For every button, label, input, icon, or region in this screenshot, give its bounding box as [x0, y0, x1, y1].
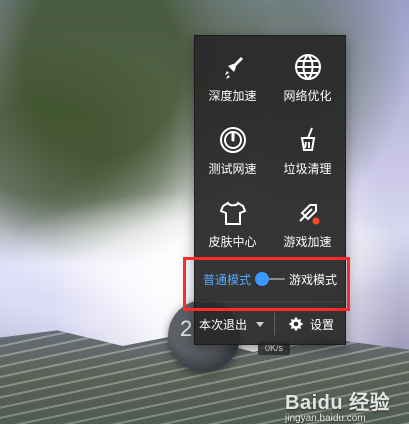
caret-down-icon[interactable] — [253, 317, 267, 331]
menu-item-label: 垃圾清理 — [283, 162, 332, 176]
globe-icon — [294, 54, 321, 80]
broom-icon — [300, 127, 315, 151]
speedometer-icon — [219, 127, 246, 153]
settings-label: 设置 — [309, 317, 334, 332]
baidu-watermark: Baidu 经验 jingyan.baidu.com — [285, 386, 397, 424]
menu-item-skin-center[interactable]: 皮肤中心 — [195, 182, 270, 255]
menu-item-game-acceleration[interactable]: 游戏加速 — [270, 182, 345, 255]
rocket-icon — [224, 57, 243, 79]
settings-button[interactable]: 设置 — [281, 311, 341, 337]
footer-divider — [274, 313, 275, 335]
menu-item-label: 网络优化 — [283, 89, 332, 103]
menu-item-speed-test[interactable]: 测试网速 — [195, 109, 270, 182]
mode-highlight-box — [183, 257, 350, 311]
menu-grid: 深度加速 网络优化 测试网速 垃圾清理 皮肤中心 游戏加速 — [195, 36, 345, 256]
menu-item-deep-acceleration[interactable]: 深度加速 — [195, 36, 270, 109]
exit-button-label: 本次退出 — [198, 317, 247, 332]
menu-item-junk-cleanup[interactable]: 垃圾清理 — [270, 109, 345, 182]
shirt-icon — [219, 201, 246, 225]
watermark-brand: Baidu 经验 — [285, 392, 391, 414]
game-rocket-icon — [298, 204, 319, 225]
menu-item-label: 深度加速 — [208, 89, 257, 103]
menu-item-label: 测试网速 — [208, 162, 257, 176]
menu-item-network-optimize[interactable]: 网络优化 — [270, 36, 345, 109]
menu-item-label: 游戏加速 — [283, 235, 332, 249]
menu-item-label: 皮肤中心 — [208, 235, 257, 249]
exit-this-time-button[interactable]: 本次退出 — [195, 311, 271, 337]
gear-icon — [289, 317, 303, 331]
speed-ball-value: 2 — [180, 316, 193, 341]
